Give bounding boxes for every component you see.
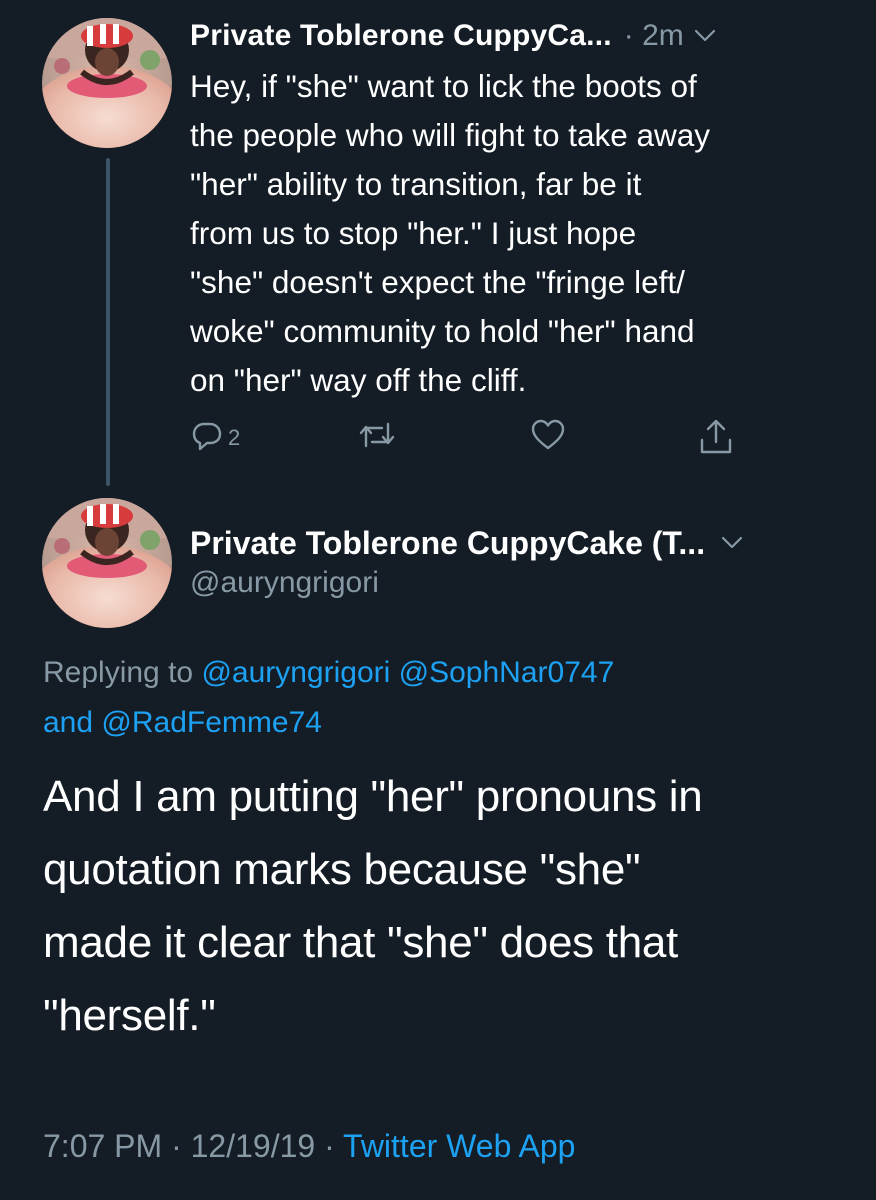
avatar[interactable] xyxy=(42,18,172,148)
mention-and[interactable]: and xyxy=(43,706,93,739)
reply-icon xyxy=(190,418,224,457)
mention-link[interactable]: @RadFemme74 xyxy=(101,706,322,739)
timestamp: 7:07 PM · 12/19/19 · xyxy=(43,1128,335,1164)
share-icon xyxy=(698,418,734,461)
replying-to: Replying to @auryngrigori @SophNar0747 a… xyxy=(43,648,843,748)
retweet-button[interactable] xyxy=(358,418,396,457)
like-button[interactable] xyxy=(530,418,566,457)
reply-count: 2 xyxy=(228,424,241,450)
tweet-header: Private Toblerone CuppyCa... · 2m xyxy=(190,14,850,58)
tweet-meta: 7:07 PM · 12/19/19 · Twitter Web App xyxy=(43,1128,575,1165)
tweet-text: And I am putting "her" pronouns in quota… xyxy=(43,772,703,1040)
share-button[interactable] xyxy=(698,418,734,461)
display-name[interactable]: Private Toblerone CuppyCake (T... xyxy=(190,525,705,562)
chevron-down-icon[interactable] xyxy=(694,29,716,43)
like-icon xyxy=(530,418,566,457)
mention-link[interactable]: @auryngrigori xyxy=(201,656,390,689)
source-link[interactable]: Twitter Web App xyxy=(343,1128,575,1164)
retweet-icon xyxy=(358,418,396,457)
tweet-text: Hey, if "she" want to lick the boots of … xyxy=(190,68,711,398)
reply-button[interactable]: 2 xyxy=(190,418,240,457)
user-handle[interactable]: @auryngrigori xyxy=(190,566,379,600)
tweet-actions: 2 xyxy=(190,418,750,458)
display-name[interactable]: Private Toblerone CuppyCa... xyxy=(190,19,612,53)
tweet-header: Private Toblerone CuppyCake (T... xyxy=(190,520,850,566)
replying-label: Replying to xyxy=(43,656,194,689)
tweet-time[interactable]: · 2m xyxy=(624,19,684,53)
chevron-down-icon[interactable] xyxy=(721,536,743,550)
avatar[interactable] xyxy=(42,498,172,628)
mention-link[interactable]: @SophNar0747 xyxy=(399,656,615,689)
thread-line xyxy=(106,158,110,486)
